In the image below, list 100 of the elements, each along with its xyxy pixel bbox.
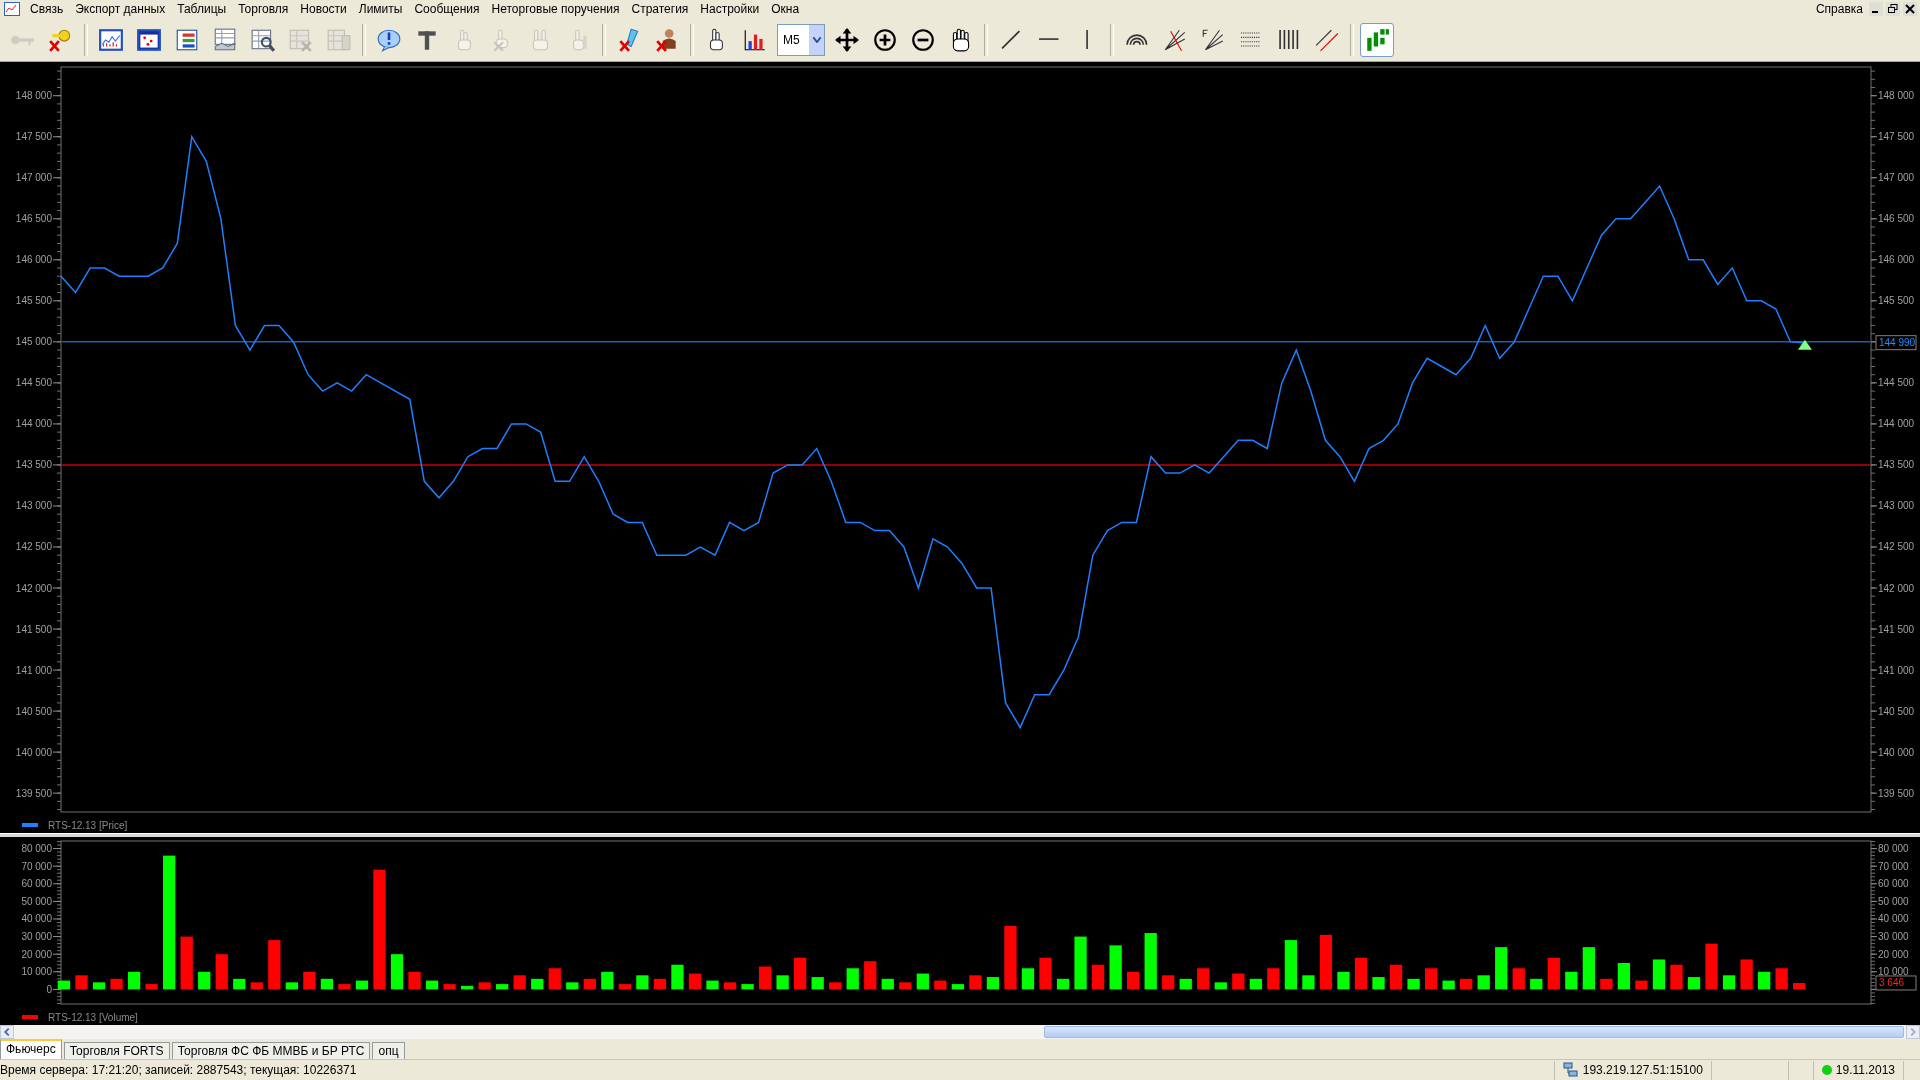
menu-item[interactable]: Торговля — [232, 2, 295, 16]
volume-bar — [1179, 978, 1192, 990]
menu-item[interactable]: Связь — [24, 2, 70, 16]
volume-bar — [1267, 968, 1280, 990]
volume-bar — [215, 954, 228, 990]
volume-bar — [320, 978, 334, 990]
volume-bar — [531, 978, 544, 990]
axis-label: 146 500 — [1878, 213, 1915, 225]
axis-label: 141 000 — [1878, 664, 1915, 676]
network-icon — [1562, 1062, 1579, 1078]
volume-bar — [1021, 968, 1035, 990]
volume-bar — [776, 975, 789, 990]
axis-label: 144 500 — [15, 377, 52, 389]
tab[interactable]: Торговля ФС ФБ ММВБ и БР РТС — [171, 1042, 371, 1059]
volume-bar — [1793, 982, 1806, 990]
volume-bar — [268, 940, 281, 990]
horizontal-lines-icon — [1241, 31, 1261, 48]
volume-bar — [443, 984, 456, 990]
horizontal-scrollbar[interactable] — [0, 1025, 1920, 1039]
volume-bar — [1582, 947, 1595, 990]
volume-bar — [881, 978, 894, 990]
menu-item[interactable]: Настройки — [694, 2, 766, 16]
axis-label: 144 500 — [1878, 377, 1915, 389]
scroll-left-icon[interactable] — [0, 1025, 14, 1039]
volume-bar — [688, 973, 702, 990]
menu-item[interactable]: Окна — [765, 2, 806, 16]
volume-bar — [408, 971, 421, 990]
volume-bar — [1705, 943, 1718, 990]
volume-bar — [1635, 980, 1648, 990]
volume-bar — [303, 971, 316, 990]
axis-label: 146 000 — [1878, 254, 1915, 266]
menu-item[interactable]: Неторговые поручения — [485, 2, 626, 16]
menu-item[interactable]: Справка — [1809, 2, 1869, 16]
scrollbar-thumb[interactable] — [1044, 1026, 1904, 1038]
volume-bar — [355, 980, 369, 990]
volume-bar — [1302, 975, 1315, 990]
volume-bar — [127, 971, 141, 990]
volume-bar — [1758, 971, 1771, 990]
volume-bar — [548, 968, 561, 990]
axis-label: 143 500 — [1878, 459, 1915, 471]
volume-bar — [986, 977, 1000, 990]
axis-label: 139 500 — [15, 787, 52, 799]
axis-label: 148 000 — [15, 90, 52, 102]
axis-label: 144 000 — [15, 418, 52, 430]
axis-label: 142 500 — [15, 541, 52, 553]
volume-bar — [1127, 971, 1140, 990]
menu-item[interactable]: Таблицы — [171, 2, 233, 16]
volume-bar — [794, 957, 807, 990]
current-value-label: 144 990 — [1875, 335, 1917, 351]
app-icon[interactable] — [4, 2, 20, 16]
volume-bar — [1477, 975, 1490, 990]
axis-label: 30 000 — [1878, 931, 1909, 943]
volume-bar — [1652, 959, 1666, 990]
volume-bar — [1039, 957, 1052, 990]
axis-label: 144 000 — [1878, 418, 1915, 430]
volume-bar — [1687, 977, 1701, 990]
volume-bar — [758, 966, 772, 990]
restore-icon[interactable] — [1886, 2, 1900, 16]
volume-bar — [1740, 959, 1753, 990]
axis-label: 146 500 — [15, 213, 52, 225]
axis-label: 140 000 — [15, 746, 52, 758]
move-icon — [834, 26, 860, 53]
axis-label: 60 000 — [1878, 878, 1909, 890]
menu-item[interactable]: Лимиты — [352, 2, 409, 16]
volume-bar — [496, 984, 509, 990]
volume-bar — [1565, 971, 1578, 990]
minimize-icon[interactable] — [1869, 2, 1883, 16]
axis-label: 148 000 — [1878, 90, 1915, 102]
legend-label: RTS-12.13 [Price] — [48, 819, 128, 831]
volume-bar — [1056, 978, 1070, 990]
volume-bar — [1284, 940, 1297, 990]
menu-item[interactable]: Стратегия — [625, 2, 695, 16]
volume-bar — [899, 982, 912, 990]
tab[interactable]: Фьючерс — [0, 1039, 62, 1059]
axis-label: 141 500 — [1878, 623, 1915, 635]
volume-bar — [1460, 978, 1473, 990]
volume-bar — [425, 980, 439, 990]
current-value-label: 3 646 — [1875, 975, 1917, 991]
axis-label: 30 000 — [21, 931, 52, 943]
close-icon[interactable] — [1903, 2, 1917, 16]
vertical-line-icon — [1085, 29, 1089, 50]
volume-bar — [461, 985, 474, 990]
axis-label: 80 000 — [1878, 843, 1909, 855]
menu-item[interactable]: Сообщения — [408, 2, 486, 16]
tab[interactable]: Торговля FORTS — [63, 1042, 170, 1059]
menu-item[interactable]: Новости — [294, 2, 353, 16]
volume-bar — [969, 975, 982, 990]
axis-label: 10 000 — [1878, 966, 1909, 978]
volume-bar — [653, 978, 667, 990]
volume-bar — [864, 961, 877, 990]
tab[interactable]: опц — [372, 1042, 405, 1059]
timeframe-dropdown[interactable]: M5 — [777, 23, 825, 56]
volume-bar — [1249, 978, 1262, 990]
volume-bar — [1775, 968, 1788, 990]
volume-bar — [1232, 973, 1245, 990]
server-address: 193.219.127.51:15100 — [1582, 1063, 1703, 1077]
volume-bar — [1530, 978, 1543, 990]
menu-item[interactable]: Экспорт данных — [69, 2, 172, 16]
volume-bar — [1424, 968, 1438, 990]
chart-window-icon — [98, 26, 124, 53]
